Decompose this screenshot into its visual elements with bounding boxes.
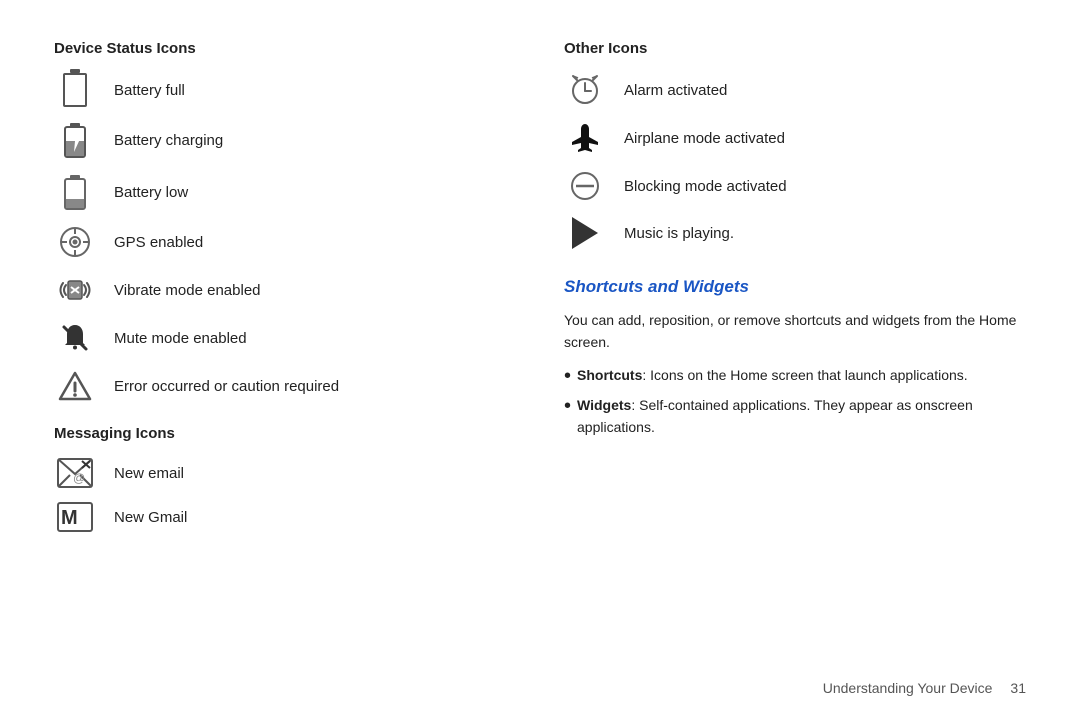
list-item: Alarm activated (564, 73, 1026, 107)
list-item: Vibrate mode enabled (54, 273, 504, 307)
new-email-label: New email (114, 465, 184, 482)
mute-label: Mute mode enabled (114, 330, 247, 347)
play-icon (564, 217, 606, 249)
list-item: Error occurred or caution required (54, 369, 504, 403)
vibrate-label: Vibrate mode enabled (114, 282, 261, 299)
list-item: Blocking mode activated (564, 169, 1026, 203)
blocking-label: Blocking mode activated (624, 178, 787, 195)
list-item: Battery full (54, 73, 504, 107)
shortcuts-intro: You can add, reposition, or remove short… (564, 309, 1026, 354)
list-item: M New Gmail (54, 502, 504, 532)
left-column: Device Status Icons Battery full (54, 40, 534, 680)
airplane-label: Airplane mode activated (624, 130, 785, 147)
vibrate-icon (54, 273, 96, 307)
alarm-label: Alarm activated (624, 82, 727, 99)
gps-icon (54, 225, 96, 259)
warning-label: Error occurred or caution required (114, 378, 339, 395)
alarm-icon (564, 73, 606, 107)
svg-text:@: @ (73, 471, 85, 485)
battery-low-label: Battery low (114, 184, 188, 201)
other-icons-heading: Other Icons (564, 40, 1026, 57)
new-email-icon: @ (54, 458, 96, 488)
airplane-icon (564, 121, 606, 155)
list-item: GPS enabled (54, 225, 504, 259)
page-footer: Understanding Your Device 31 (823, 680, 1026, 696)
battery-full-label: Battery full (114, 82, 185, 99)
blocking-icon (564, 169, 606, 203)
footer-page-title: Understanding Your Device (823, 680, 993, 696)
warning-icon (54, 369, 96, 403)
new-gmail-label: New Gmail (114, 509, 187, 526)
new-gmail-icon: M (54, 502, 96, 532)
right-column: Other Icons Alarm activated (534, 40, 1026, 680)
widgets-bullet: • Widgets: Self-contained applications. … (564, 394, 1026, 439)
svg-text:M: M (61, 507, 78, 529)
bullet-dot-1: • (564, 364, 571, 388)
footer-page-number: 31 (1010, 680, 1026, 696)
mute-icon (54, 321, 96, 355)
list-item: Battery low (54, 173, 504, 211)
battery-low-icon (54, 173, 96, 211)
widgets-bullet-text: Widgets: Self-contained applications. Th… (577, 394, 1026, 439)
battery-full-icon (54, 73, 96, 107)
list-item: Music is playing. (564, 217, 1026, 249)
device-status-heading: Device Status Icons (54, 40, 504, 57)
gps-label: GPS enabled (114, 234, 203, 251)
shortcuts-bullet-text: Shortcuts: Icons on the Home screen that… (577, 364, 968, 386)
list-item: Airplane mode activated (564, 121, 1026, 155)
messaging-icons-heading: Messaging Icons (54, 425, 504, 442)
shortcuts-bullet: • Shortcuts: Icons on the Home screen th… (564, 364, 1026, 388)
list-item: @ New email (54, 458, 504, 488)
battery-charging-label: Battery charging (114, 132, 223, 149)
list-item: Mute mode enabled (54, 321, 504, 355)
list-item: Battery charging (54, 121, 504, 159)
bullet-dot-2: • (564, 394, 571, 418)
battery-charging-icon (54, 121, 96, 159)
shortcuts-heading: Shortcuts and Widgets (564, 277, 1026, 297)
music-playing-label: Music is playing. (624, 225, 734, 242)
